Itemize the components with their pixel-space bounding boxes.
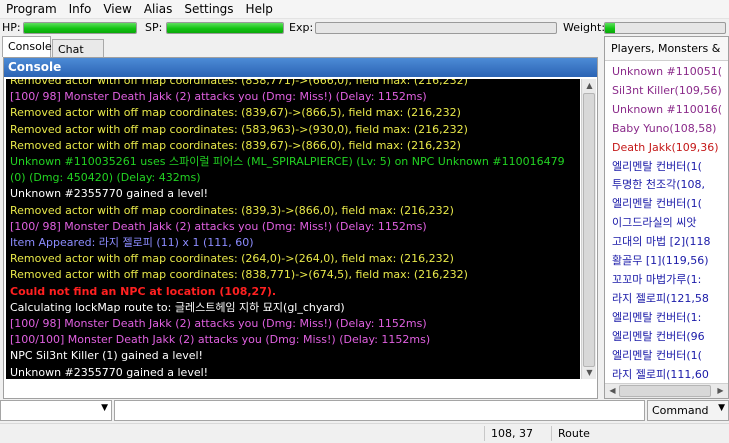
console-scroll-thumb[interactable] [583, 93, 595, 367]
status-bar: 108, 37 Route [0, 423, 729, 443]
side-panel-list: Unknown #110051(Sil3nt Killer(109,56) Unk… [605, 61, 728, 384]
exp-bar [315, 22, 557, 34]
sp-bar-fill [167, 23, 283, 33]
chevron-down-icon[interactable]: ▼ [101, 403, 108, 413]
weight-label: Weight: [563, 21, 606, 34]
console-line: Removed actor with off map coordinates: … [10, 252, 454, 266]
exp-label: Exp: [289, 21, 314, 34]
console-line: [100/100] Monster Death Jakk (2) attacks… [10, 333, 431, 347]
chevron-down-icon[interactable]: ▼ [718, 403, 725, 413]
hp-label: HP: [2, 21, 21, 34]
console-panel: Console Removed actor with off map coord… [3, 57, 598, 399]
tab-console[interactable]: Console [2, 36, 52, 57]
history-dropdown[interactable]: ▼ [0, 400, 112, 421]
input-mode-value: Command [652, 404, 709, 417]
menu-settings[interactable]: Settings [178, 2, 239, 16]
list-item[interactable]: Unknown #110016( [612, 101, 728, 120]
console-line: [100/ 98] Monster Death Jakk (2) attacks… [10, 219, 427, 233]
list-item[interactable]: 엘리멘탈 컨버터(1( [612, 347, 728, 366]
list-item[interactable]: Death Jakk(109,36) [612, 139, 728, 158]
hp-bar [23, 22, 137, 34]
console-line: Could not find an NPC at location (108,2… [10, 284, 277, 298]
list-item[interactable]: 라지 젤로피(121,58 [612, 290, 728, 309]
console-line: Unknown #110035261 uses 스파이럴 피어스 (ML_SPI… [10, 155, 569, 185]
list-item[interactable]: 투명한 천조각(108, [612, 176, 728, 195]
coordinates-readout: 108, 37 [491, 427, 533, 440]
list-item[interactable]: 활골무 [1](119,56) [612, 252, 728, 271]
list-item[interactable]: 이그드라실의 씨앗 [612, 214, 728, 233]
menu-help[interactable]: Help [240, 2, 279, 16]
console-log[interactable]: Removed actor with off map coordinates: … [6, 79, 580, 379]
side-panel-title[interactable]: Players, Monsters & [605, 37, 728, 61]
tab-chat-log[interactable]: Chat Log [52, 39, 104, 69]
console-line: Unknown #2355770 gained a level! [10, 187, 209, 201]
console-line: Item Appeared: 라지 젤로피 (11) x 1 (111, 60) [10, 236, 254, 250]
arrow-left-icon[interactable]: ◀ [605, 384, 620, 397]
menu-bar: Program Info View Alias Settings Help [0, 0, 729, 19]
console-line: Removed actor with off map coordinates: … [10, 122, 468, 136]
command-input[interactable] [114, 400, 645, 421]
console-title: Console [4, 58, 597, 77]
console-line: [100/ 98] Monster Death Jakk (2) attacks… [10, 90, 427, 104]
menu-info[interactable]: Info [63, 2, 98, 16]
list-item[interactable]: Unknown #110051( [612, 63, 728, 82]
console-line: NPC Sil3nt Killer (1) gained a level! [10, 349, 203, 363]
status-separator [484, 426, 485, 441]
input-mode-dropdown[interactable]: Command ▼ [647, 400, 729, 421]
console-line: Removed actor with off map coordinates: … [10, 138, 461, 152]
weight-bar-fill [605, 23, 615, 33]
console-scrollbar[interactable]: ▲ ▼ [581, 79, 596, 379]
side-panel-hscroll-thumb[interactable] [619, 385, 711, 397]
menu-program[interactable]: Program [0, 2, 63, 16]
status-separator [551, 426, 552, 441]
menu-alias[interactable]: Alias [138, 2, 178, 16]
weight-bar [604, 22, 726, 34]
console-line: Removed actor with off map coordinates: … [10, 203, 454, 217]
list-item[interactable]: 엘리멘탈 컨버터(1( [612, 158, 728, 177]
list-item[interactable]: 엘리멘탈 컨버터(96 [612, 328, 728, 347]
sp-bar [166, 22, 284, 34]
list-item[interactable]: Baby Yuno(108,58) [612, 120, 728, 139]
sp-label: SP: [145, 21, 163, 34]
list-item[interactable]: 꼬꼬마 마법가루(1: [612, 271, 728, 290]
console-line: Removed actor with off map coordinates: … [10, 106, 461, 120]
list-item[interactable]: Sil3nt Killer(109,56) [612, 82, 728, 101]
stats-row: HP: SP: Exp: Weight: [0, 19, 729, 36]
list-item[interactable]: 고대의 마법 [2](118 [612, 233, 728, 252]
hp-bar-fill [24, 23, 136, 33]
menu-view[interactable]: View [97, 2, 137, 16]
console-line: Unknown #2355770 gained a level! [10, 365, 209, 379]
input-row: ▼ Command ▼ [0, 400, 729, 422]
list-item[interactable]: 라지 젤로피(111,60 [612, 366, 728, 385]
arrow-down-icon[interactable]: ▼ [582, 366, 597, 379]
console-line: Calculating lockMap route to: 글레스트헤임 지하 … [10, 300, 345, 314]
console-line: Removed actor with off map coordinates: … [10, 79, 468, 87]
list-item[interactable]: 엘리멘탈 컨버터(1( [612, 195, 728, 214]
side-panel-hscrollbar[interactable]: ◀ ▶ [605, 383, 728, 398]
status-text: Route [558, 427, 590, 440]
arrow-up-icon[interactable]: ▲ [582, 79, 597, 92]
list-item[interactable]: 엘리멘탈 컨버터(1: [612, 309, 728, 328]
players-monsters-panel: Players, Monsters & Unknown #110051(Sil3… [604, 36, 729, 399]
console-line: Removed actor with off map coordinates: … [10, 268, 468, 282]
arrow-right-icon[interactable]: ▶ [713, 384, 728, 397]
console-line: [100/ 98] Monster Death Jakk (2) attacks… [10, 317, 427, 331]
